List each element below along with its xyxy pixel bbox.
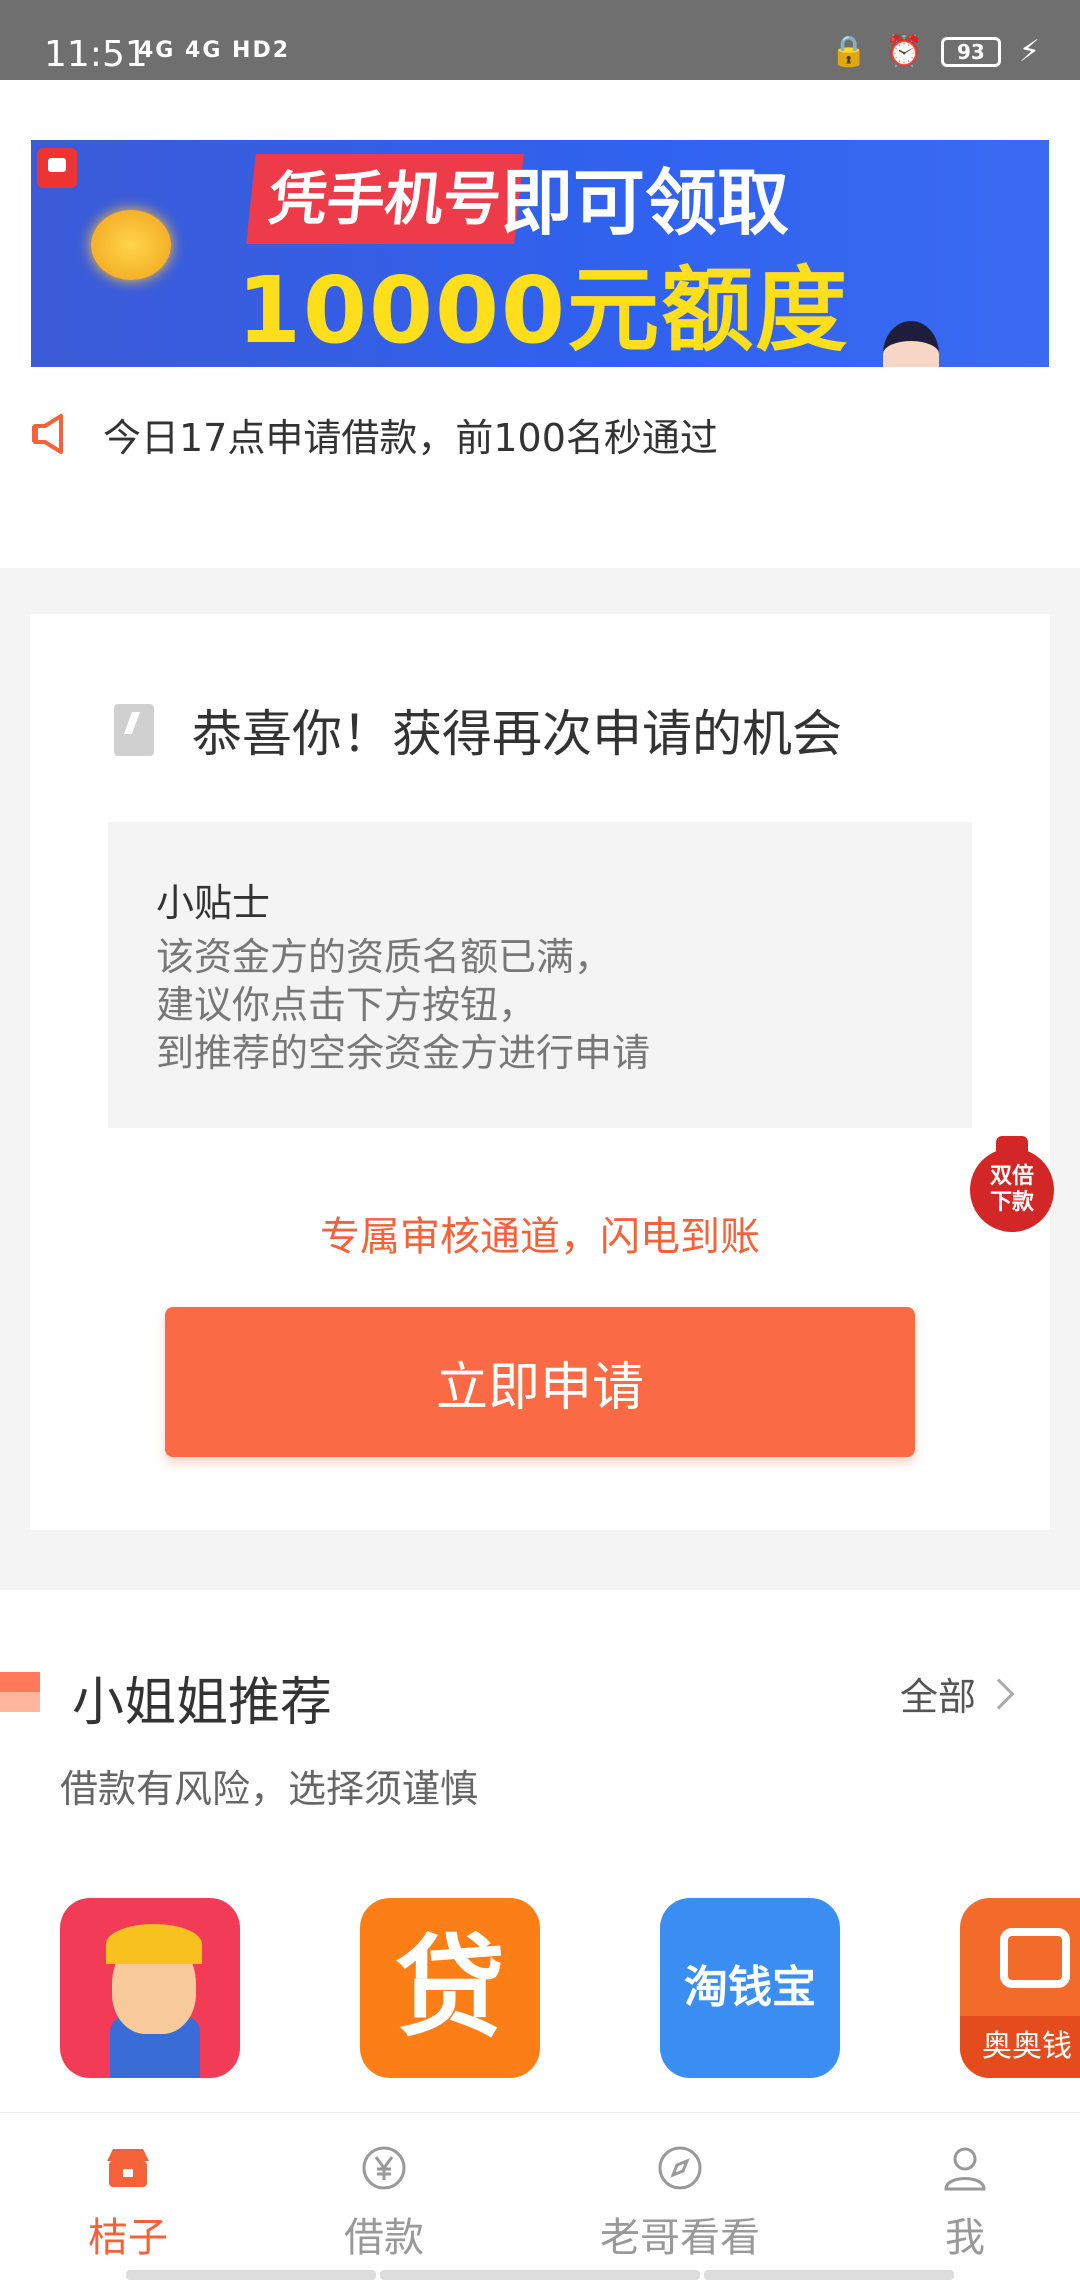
red-bag-icon: 双倍 下款 xyxy=(970,1148,1054,1232)
nav-gesture-bar xyxy=(704,2270,954,2280)
promo-banner[interactable]: 凭手机号 即可领取 10000元额度 xyxy=(31,140,1049,367)
banner-headline: 即可领取 xyxy=(501,161,790,245)
card-title-row: 恭喜你！获得再次申请的机会 xyxy=(114,694,842,766)
recommend-title: 小姐姐推荐 xyxy=(72,1673,333,1733)
tips-line: 该资金方的资质名额已满， xyxy=(156,935,613,979)
reapply-card: 恭喜你！获得再次申请的机会 小贴士 该资金方的资质名额已满， 建议你点击下方按钮… xyxy=(30,614,1050,1530)
tab-label: 借款 xyxy=(344,2215,424,2261)
chevron-right-icon xyxy=(983,1677,1015,1710)
battery-indicator: 93 xyxy=(940,36,1001,67)
tips-line: 到推荐的空余资金方进行申请 xyxy=(156,1031,651,1075)
bottom-tab-bar: 桔子 借款 老哥看看 我 xyxy=(0,2112,1080,2280)
notice-bar: 今日17点申请借款，前100名秒通过 xyxy=(31,404,718,464)
tab-explore[interactable]: 老哥看看 xyxy=(570,2145,790,2263)
lock-rotation-icon: 🔒 xyxy=(830,34,868,69)
alarm-icon: ⏰ xyxy=(885,34,923,69)
view-all-link[interactable]: 全部 xyxy=(899,1666,1015,1721)
tips-box: 小贴士 该资金方的资质名额已满， 建议你点击下方按钮， 到推荐的空余资金方进行申… xyxy=(108,822,972,1128)
app-glyph: 奥奥钱 xyxy=(960,2016,1080,2078)
miner-app-icon[interactable] xyxy=(60,1898,240,2078)
app-logo-icon xyxy=(37,148,77,188)
view-all-label: 全部 xyxy=(899,1675,976,1719)
status-bar: 11:51 4G 4G HD2 🔒 ⏰ 93 ⚡ xyxy=(0,0,1080,80)
tab-label: 老哥看看 xyxy=(600,2215,760,2261)
tab-label: 我 xyxy=(945,2215,985,2261)
app-carousel[interactable]: 贷 淘钱宝 奥奥钱 xyxy=(0,1898,1080,2080)
apply-now-button[interactable]: 立即申请 xyxy=(165,1307,915,1457)
status-time: 11:51 xyxy=(44,34,148,75)
nav-gesture-bar xyxy=(126,2270,376,2280)
yen-icon xyxy=(362,2146,406,2190)
app-symbol xyxy=(1000,1928,1070,1988)
tab-loan[interactable]: 借款 xyxy=(274,2145,494,2263)
tab-juzi[interactable]: 桔子 xyxy=(18,2145,238,2263)
app-glyph: 贷 xyxy=(395,1924,505,2052)
recommend-header: 小姐姐推荐 全部 xyxy=(0,1650,1080,1733)
app-glyph: 淘钱宝 xyxy=(684,1962,816,2013)
tips-line: 建议你点击下方按钮， xyxy=(156,983,537,1027)
section-marker xyxy=(0,1672,40,1712)
speaker-icon xyxy=(32,414,63,454)
card-title: 恭喜你！获得再次申请的机会 xyxy=(192,705,842,763)
user-icon xyxy=(944,2147,986,2191)
double-loan-float-button[interactable]: 双倍 下款 xyxy=(970,1136,1054,1232)
banner-tag: 凭手机号 xyxy=(246,154,524,244)
dai-app-icon[interactable]: 贷 xyxy=(360,1898,540,2078)
status-icons: 🔒 ⏰ 93 ⚡ xyxy=(830,34,1040,69)
badge-line: 双倍 xyxy=(989,1164,1034,1189)
notice-text: 今日17点申请借款，前100名秒通过 xyxy=(103,415,718,460)
miner-helmet xyxy=(106,1924,202,1964)
banner-amount: 10000元额度 xyxy=(237,257,850,364)
nav-gesture-bar xyxy=(380,2270,700,2280)
shop-icon xyxy=(107,2149,149,2187)
recommend-subtitle: 借款有风险，选择须谨慎 xyxy=(60,1767,479,1811)
tips-heading: 小贴士 xyxy=(156,881,271,925)
quote-icon xyxy=(114,704,154,756)
person-illustration xyxy=(883,321,939,367)
compass-icon xyxy=(658,2146,702,2190)
aoaoqian-app-icon[interactable]: 奥奥钱 xyxy=(960,1898,1080,2078)
promo-text: 专属审核通道，闪电到账 xyxy=(320,1214,760,1260)
tab-me[interactable]: 我 xyxy=(855,2145,1075,2263)
coin-icon xyxy=(91,210,171,280)
badge-line: 下款 xyxy=(989,1190,1034,1215)
taoqianbao-app-icon[interactable]: 淘钱宝 xyxy=(660,1898,840,2078)
charging-icon: ⚡ xyxy=(1018,34,1040,69)
network-indicator: 4G 4G HD2 xyxy=(138,38,291,63)
tab-label: 桔子 xyxy=(88,2215,168,2261)
